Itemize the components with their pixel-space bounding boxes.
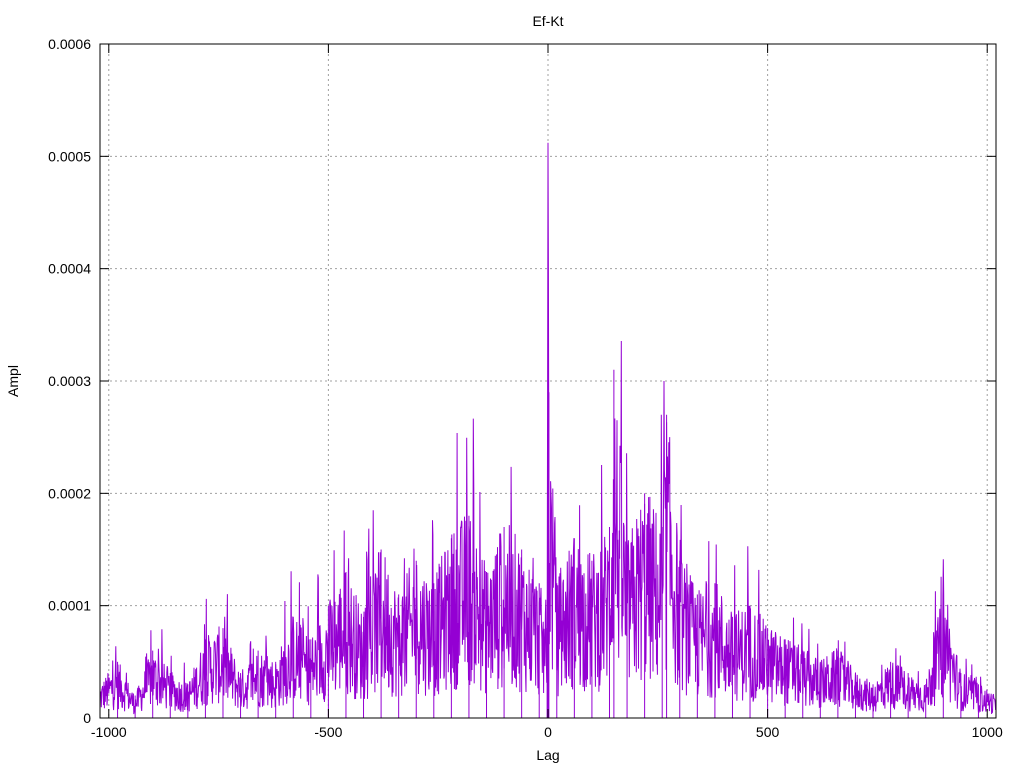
x-tick-label: 1000 xyxy=(972,724,1003,740)
x-tick-label: 0 xyxy=(544,724,552,740)
x-axis-label: Lag xyxy=(536,747,559,763)
y-tick-label: 0.0002 xyxy=(48,485,91,501)
y-tick-label: 0.0005 xyxy=(48,148,91,164)
series-area xyxy=(99,142,997,718)
y-axis-label: Ampl xyxy=(5,365,21,397)
y-tick-label: 0.0001 xyxy=(48,598,91,614)
x-tick-label: 500 xyxy=(756,724,780,740)
y-tick-label: 0.0004 xyxy=(48,261,91,277)
chart: Ef-Kt Lag Ampl 0 0.0001 0.0002 0.0003 0.0004… xyxy=(5,13,1003,763)
x-tick-label: -500 xyxy=(314,724,342,740)
y-tick-label: 0.0003 xyxy=(48,373,91,389)
chart-title: Ef-Kt xyxy=(532,13,563,29)
y-tick-label: 0.0006 xyxy=(48,36,91,52)
x-tick-label: -1000 xyxy=(91,724,127,740)
